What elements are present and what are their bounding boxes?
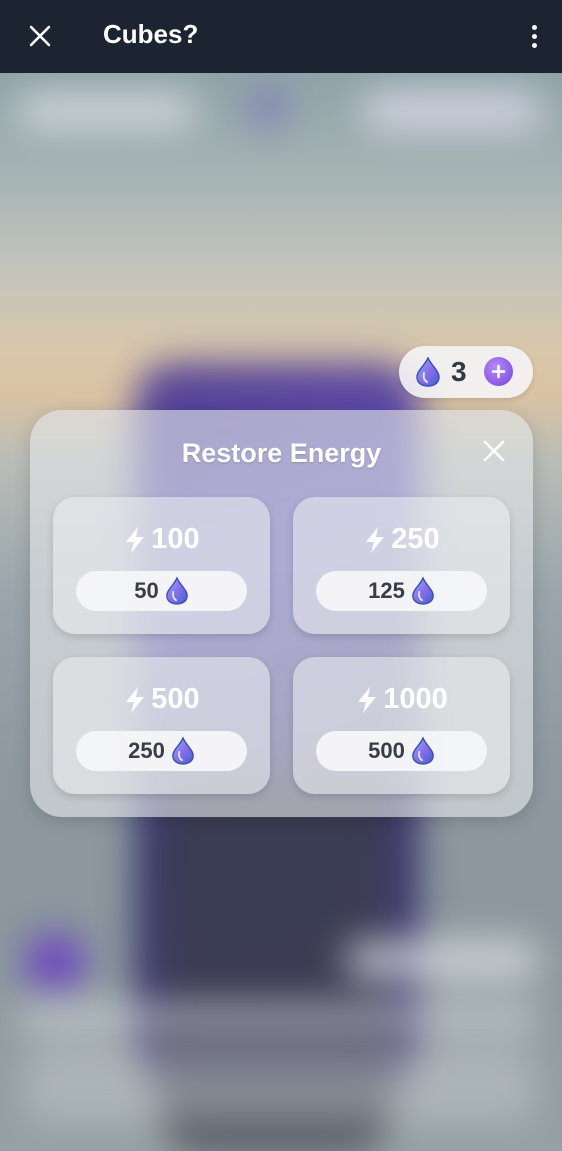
energy-amount: 100 [53, 523, 270, 556]
energy-value: 1000 [383, 683, 448, 715]
energy-value: 500 [151, 683, 200, 715]
price-pill[interactable]: 250 [76, 731, 247, 771]
blurred-top-icon [250, 91, 286, 127]
lightning-icon [126, 686, 145, 713]
app-title: Cubes? [103, 19, 199, 49]
blurred-top-left-panel [18, 93, 196, 129]
close-icon [483, 440, 505, 462]
lightning-icon [126, 526, 145, 553]
blurred-progress-bar [18, 1003, 538, 1033]
dialog-title: Restore Energy [181, 438, 382, 468]
more-vert-icon [531, 24, 537, 30]
gem-cost: 250 [128, 738, 165, 763]
price-pill[interactable]: 125 [316, 571, 487, 611]
price-pill[interactable]: 500 [316, 731, 487, 771]
app-bar: Cubes? [0, 0, 562, 73]
lightning-icon [366, 526, 385, 553]
dialog-close-button[interactable] [479, 436, 509, 466]
gem-cost: 125 [368, 578, 405, 603]
gem-drop-icon [412, 736, 434, 765]
restore-energy-dialog: Restore Energy 100 50 250 125 500 250 10… [30, 410, 533, 817]
energy-option-1000[interactable]: 1000 500 [293, 657, 510, 794]
plus-icon [491, 364, 506, 379]
blurred-top-right-panel [362, 91, 542, 131]
blurred-bottom-toolbar [25, 1043, 535, 1123]
price-pill[interactable]: 50 [76, 571, 247, 611]
blurred-avatar [25, 933, 85, 993]
gem-cost: 500 [368, 738, 405, 763]
gem-balance-pill: 3 [399, 346, 533, 398]
gem-drop-icon [412, 576, 434, 605]
gem-drop-icon [416, 357, 440, 387]
close-button[interactable] [22, 18, 58, 54]
energy-value: 100 [151, 523, 200, 555]
blurred-action-button [345, 938, 540, 983]
energy-option-250[interactable]: 250 125 [293, 497, 510, 634]
energy-option-500[interactable]: 500 250 [53, 657, 270, 794]
add-gems-button[interactable] [484, 357, 513, 386]
close-icon [29, 25, 51, 47]
energy-amount: 500 [53, 683, 270, 716]
gem-cost: 50 [134, 578, 159, 603]
energy-option-100[interactable]: 100 50 [53, 497, 270, 634]
gem-count: 3 [451, 356, 467, 387]
energy-amount: 250 [293, 523, 510, 556]
energy-value: 250 [391, 523, 440, 555]
lightning-icon [358, 686, 377, 713]
energy-amount: 1000 [293, 683, 510, 716]
more-options-button[interactable] [522, 18, 546, 54]
gem-drop-icon [165, 576, 188, 605]
gem-drop-icon [172, 736, 194, 765]
